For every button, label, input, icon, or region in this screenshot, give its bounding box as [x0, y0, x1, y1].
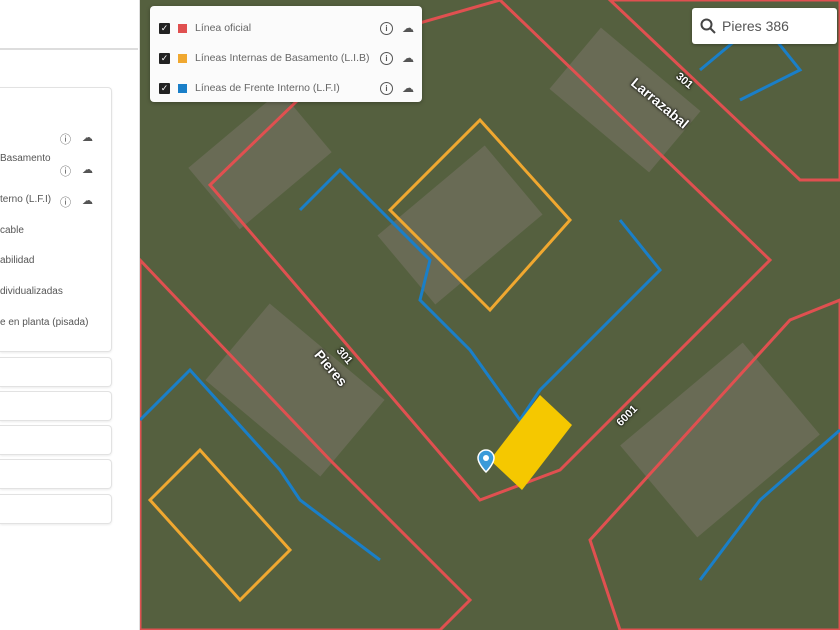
checkbox[interactable]: ✓	[159, 52, 170, 64]
info-icon[interactable]: ⓘ	[60, 131, 71, 147]
layer-label: cable	[0, 225, 24, 236]
cloud-download-icon[interactable]: ☁	[402, 81, 414, 95]
cloud-download-icon[interactable]: ☁	[82, 131, 93, 144]
info-icon[interactable]: i	[380, 51, 393, 65]
legend-label: Líneas Internas de Basamento (L.I.B)	[195, 52, 370, 64]
cloud-download-icon[interactable]: ☁	[402, 21, 414, 35]
collapsed-section[interactable]	[0, 459, 112, 489]
legend-item-lfi: ✓ Líneas de Frente Interno (L.F.I) i ☁	[159, 80, 414, 96]
cloud-download-icon[interactable]: ☁	[402, 51, 414, 65]
search-box[interactable]: Pieres 386	[692, 8, 837, 44]
info-icon[interactable]: ⓘ	[60, 194, 71, 210]
color-swatch	[178, 23, 187, 33]
layer-label: terno (L.F.I)	[0, 194, 52, 205]
cloud-download-icon[interactable]: ☁	[82, 194, 93, 207]
sidebar-header	[0, 0, 138, 50]
info-icon[interactable]: ⓘ	[60, 163, 71, 179]
map-legend: ✓ Línea oficial i ☁ ✓ Líneas Internas de…	[150, 6, 422, 102]
collapsed-section[interactable]	[0, 494, 112, 524]
color-swatch	[178, 53, 187, 63]
layer-label: Basamento	[0, 153, 51, 164]
legend-item-lib: ✓ Líneas Internas de Basamento (L.I.B) i…	[159, 50, 414, 66]
layer-label: e en planta (pisada)	[0, 317, 89, 328]
info-icon[interactable]: i	[380, 21, 393, 35]
search-icon	[700, 18, 716, 34]
layer-label: dividualizadas	[0, 286, 63, 297]
sidebar: Basamento terno (L.F.I) cable abilidad d…	[0, 0, 140, 630]
color-swatch	[178, 83, 187, 93]
search-input[interactable]: Pieres 386	[722, 18, 789, 34]
checkbox[interactable]: ✓	[159, 82, 170, 94]
checkbox[interactable]: ✓	[159, 22, 170, 34]
collapsed-section[interactable]	[0, 391, 112, 421]
legend-item-linea-oficial: ✓ Línea oficial i ☁	[159, 20, 414, 36]
layers-panel: Basamento terno (L.F.I) cable abilidad d…	[0, 87, 112, 352]
layer-label: abilidad	[0, 255, 35, 266]
legend-label: Línea oficial	[195, 22, 252, 34]
collapsed-section[interactable]	[0, 425, 112, 455]
collapsed-section[interactable]	[0, 357, 112, 387]
legend-label: Líneas de Frente Interno (L.F.I)	[195, 82, 340, 94]
cloud-download-icon[interactable]: ☁	[82, 163, 93, 176]
info-icon[interactable]: i	[380, 81, 393, 95]
